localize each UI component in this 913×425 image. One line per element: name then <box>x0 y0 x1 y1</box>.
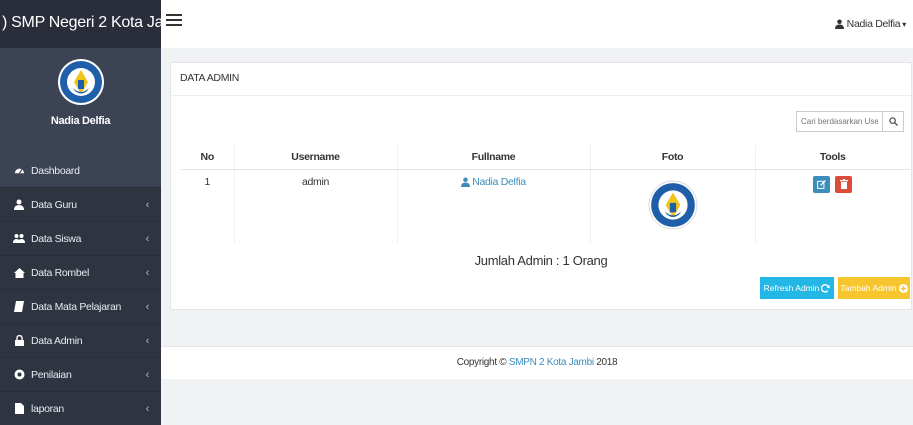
column-header: Fullname <box>396 145 590 170</box>
chevron-left-icon: ‹ <box>145 198 150 211</box>
sidebar-item-data-admin[interactable]: Data Admin ‹ <box>0 324 161 358</box>
sidebar-item-laporan[interactable]: laporan ‹ <box>0 392 161 425</box>
add-label: Tambah Admin <box>840 283 897 293</box>
cell-username: admin <box>233 169 397 243</box>
sidebar-item-data-siswa[interactable]: Data Siswa ‹ <box>0 222 161 256</box>
sidebar-item-data-rombel[interactable]: Data Rombel ‹ <box>0 256 161 290</box>
admin-count-summary: Jumlah Admin : 1 Orang <box>474 253 608 268</box>
refresh-icon <box>821 283 831 293</box>
admin-photo <box>648 180 697 229</box>
column-header: Username <box>233 145 397 170</box>
refresh-label: Refresh Admin <box>763 283 820 293</box>
column-header: Foto <box>589 145 755 170</box>
sidebar-item-label: Data Guru <box>31 198 77 211</box>
user-panel: Nadia Delfia <box>0 48 161 154</box>
column-header: No <box>181 145 234 170</box>
top-navbar: Nadia Delfia ▾ <box>161 0 913 48</box>
sidebar-item-label: laporan <box>31 402 64 415</box>
admin-panel: DATA ADMIN No Username Fullname Foto Too… <box>170 62 912 310</box>
sidebar-item-label: Data Admin <box>31 334 83 347</box>
user-menu[interactable]: Nadia Delfia ▾ <box>834 18 906 30</box>
chevron-left-icon: ‹ <box>145 368 150 381</box>
admin-table: No Username Fullname Foto Tools 1 admin … <box>181 145 910 243</box>
book-icon <box>13 301 25 312</box>
dashboard-icon <box>13 165 25 176</box>
table-row: 1 admin Nadia Delfia <box>181 169 910 243</box>
fullname-text: Nadia Delfia <box>472 175 526 188</box>
delete-button[interactable] <box>835 175 853 193</box>
sidebar-user-name: Nadia Delfia <box>50 115 111 127</box>
footer-prefix: Copyright © <box>456 357 509 368</box>
chevron-left-icon: ‹ <box>145 232 150 245</box>
cell-foto <box>589 169 755 243</box>
circle-icon <box>13 369 25 380</box>
file-icon <box>13 403 25 414</box>
user-icon <box>13 199 25 210</box>
cell-fullname: Nadia Delfia <box>396 169 590 243</box>
caret-down-icon: ▾ <box>902 19 906 29</box>
home-icon <box>13 267 25 278</box>
chevron-left-icon: ‹ <box>145 402 150 415</box>
sidebar-menu: Dashboard Data Guru ‹ Data Siswa ‹ Data … <box>0 154 161 425</box>
sidebar-item-label: Data Siswa <box>31 232 82 245</box>
footer: Copyright © SMPN 2 Kota Jambi 2018 <box>161 346 913 379</box>
user-icon <box>834 19 844 29</box>
column-header: Tools <box>754 145 910 170</box>
user-icon <box>461 177 471 187</box>
sidebar-item-label: Data Rombel <box>31 266 89 279</box>
refresh-admin-button[interactable]: Refresh Admin <box>760 277 834 299</box>
footer-suffix: 2018 <box>593 357 618 368</box>
search-group <box>796 111 904 132</box>
search-button[interactable] <box>883 111 904 132</box>
edit-button[interactable] <box>813 176 831 193</box>
sidebar-item-label: Dashboard <box>31 164 80 177</box>
sidebar-item-label: Penilaian <box>31 368 72 381</box>
tut-wuri-logo-icon <box>57 58 105 106</box>
panel-title: DATA ADMIN <box>171 63 911 96</box>
edit-icon <box>817 180 827 189</box>
cell-tools <box>754 169 910 243</box>
plus-circle-icon <box>898 283 908 293</box>
search-input[interactable] <box>796 111 883 132</box>
lock-icon <box>13 335 25 346</box>
chevron-left-icon: ‹ <box>145 300 150 313</box>
sidebar-item-penilaian[interactable]: Penilaian ‹ <box>0 358 161 392</box>
sidebar-toggle-icon[interactable] <box>166 14 182 30</box>
sidebar-item-data-guru[interactable]: Data Guru ‹ <box>0 188 161 222</box>
trash-icon <box>839 179 848 189</box>
add-admin-button[interactable]: Tambah Admin <box>838 277 910 299</box>
sidebar: ) SMP Negeri 2 Kota Jambi Nadia Delfia D… <box>0 0 161 425</box>
topbar-user-name: Nadia Delfia <box>846 18 901 30</box>
chevron-left-icon: ‹ <box>145 334 150 347</box>
users-icon <box>13 233 25 244</box>
cell-no: 1 <box>204 175 211 188</box>
table-header-row: No Username Fullname Foto Tools <box>181 145 910 170</box>
fullname-link[interactable]: Nadia Delfia <box>461 176 526 188</box>
sidebar-item-data-mata-pelajaran[interactable]: Data Mata Pelajaran ‹ <box>0 290 161 324</box>
search-icon <box>888 117 898 126</box>
brand-title[interactable]: ) SMP Negeri 2 Kota Jambi <box>0 0 161 48</box>
sidebar-item-dashboard[interactable]: Dashboard <box>0 154 161 188</box>
chevron-left-icon: ‹ <box>145 266 150 279</box>
sidebar-item-label: Data Mata Pelajaran <box>31 300 122 313</box>
footer-link[interactable]: SMPN 2 Kota Jambi <box>509 357 594 368</box>
